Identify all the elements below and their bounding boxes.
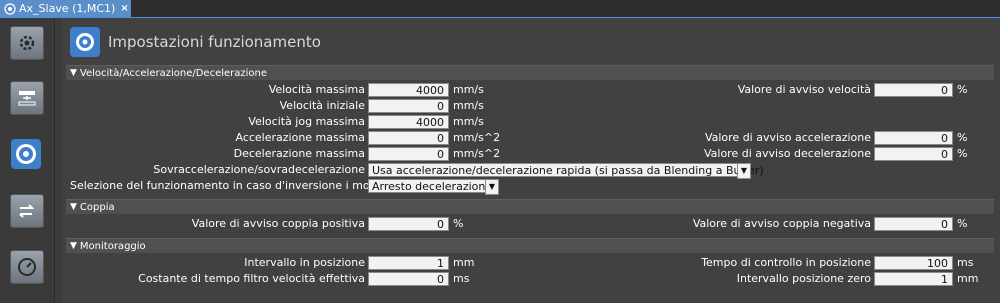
dec-warn-field[interactable]: 0	[874, 147, 953, 161]
close-icon[interactable]: ×	[120, 3, 128, 14]
in-position-label: Intervallo in posizione	[244, 256, 365, 269]
neg-torque-warn-label: Valore di avviso coppia negativa	[692, 217, 871, 230]
dec-warn-label: Valore di avviso decelerazione	[703, 147, 871, 160]
section-title: Coppia	[79, 201, 115, 213]
zero-range-label: Intervallo posizione zero	[736, 272, 871, 285]
jog-max-unit: mm/s	[453, 115, 484, 128]
acc-warn-label: Valore di avviso accelerazione	[704, 131, 871, 144]
section-title: Velocità/Accelerazione/Decelerazione	[79, 67, 268, 79]
operation-settings-icon	[11, 139, 41, 169]
max-dec-unit: mm/s^2	[453, 147, 501, 160]
check-time-field[interactable]: 100	[874, 256, 953, 270]
max-dec-field[interactable]: 0	[368, 147, 449, 161]
in-position-unit: mm	[453, 256, 475, 269]
max-acc-unit: mm/s^2	[453, 131, 501, 144]
start-speed-unit: mm/s	[453, 99, 484, 112]
filter-unit: ms	[453, 272, 470, 285]
reversal-value: Arresto decelerazione	[372, 180, 493, 193]
tab-label: Ax_Slave (1,MC1)	[19, 2, 116, 15]
filter-field[interactable]: 0	[368, 272, 449, 286]
section-torque[interactable]: ▼ Coppia	[66, 199, 994, 214]
tab-bar: Ax_Slave (1,MC1) ×	[0, 0, 1000, 18]
check-time-label: Tempo di controllo in posizione	[701, 256, 871, 269]
overshoot-select[interactable]: Usa accelerazione/decelerazione rapida (…	[368, 163, 764, 179]
chevron-down-icon[interactable]: ▼	[485, 179, 499, 195]
speed-warn-field[interactable]: 0	[874, 83, 953, 97]
acc-warn-unit: %	[957, 131, 968, 144]
max-speed-field[interactable]: 4000	[368, 83, 449, 97]
page-title: Impostazioni funzionamento	[108, 33, 321, 51]
unit-conversion-icon	[18, 91, 36, 106]
start-speed-field[interactable]: 0	[368, 99, 449, 113]
collapse-arrow-icon[interactable]: ▼	[70, 202, 77, 212]
jog-max-label: Velocità jog massima	[248, 115, 365, 128]
unit-conversion-button[interactable]	[10, 81, 44, 115]
collapse-arrow-icon[interactable]: ▼	[70, 241, 77, 251]
jog-max-field[interactable]: 4000	[368, 115, 449, 129]
operation-settings-panel: Impostazioni funzionamento ▼ Velocità/Ac…	[62, 18, 1000, 303]
in-position-field[interactable]: 1	[368, 256, 449, 270]
neg-torque-warn-field[interactable]: 0	[874, 217, 953, 231]
pos-torque-warn-unit: %	[453, 217, 464, 230]
panel-header: Impostazioni funzionamento	[70, 26, 321, 58]
reversal-select[interactable]: Arresto decelerazione ▼	[368, 179, 499, 195]
section-velocity[interactable]: ▼ Velocità/Accelerazione/Decelerazione	[66, 65, 994, 80]
max-speed-unit: mm/s	[453, 83, 484, 96]
speed-warn-label: Valore di avviso velocità	[737, 83, 871, 96]
check-time-unit: ms	[957, 256, 974, 269]
overshoot-label: Sovraccelerazione/sovradecelerazione	[153, 163, 365, 176]
collapse-arrow-icon[interactable]: ▼	[70, 68, 77, 78]
max-acc-label: Accelerazione massima	[235, 131, 365, 144]
operation-settings-button[interactable]	[10, 138, 42, 170]
settings-gear-icon	[19, 35, 35, 51]
zero-range-field[interactable]: 1	[874, 272, 953, 286]
speed-warn-unit: %	[957, 83, 968, 96]
reversal-label: Selezione del funzionamento in caso d'in…	[70, 179, 381, 192]
pos-torque-warn-label: Valore di avviso coppia positiva	[191, 217, 365, 230]
operation-settings-icon	[70, 27, 100, 57]
neg-torque-warn-unit: %	[957, 217, 968, 230]
max-dec-label: Decelerazione massima	[233, 147, 365, 160]
overshoot-value: Usa accelerazione/decelerazione rapida (…	[372, 164, 764, 177]
max-speed-label: Velocità massima	[268, 83, 365, 96]
zero-range-unit: mm	[957, 272, 979, 285]
filter-label: Costante di tempo filtro velocità effett…	[138, 272, 365, 285]
pos-torque-warn-field[interactable]: 0	[368, 217, 449, 231]
axis-icon	[4, 2, 16, 15]
acc-warn-field[interactable]: 0	[874, 131, 953, 145]
chevron-down-icon[interactable]: ▼	[737, 163, 751, 179]
left-toolbar	[0, 18, 55, 303]
monitor-button[interactable]	[10, 250, 44, 284]
start-speed-label: Velocità iniziale	[279, 99, 365, 112]
transfer-button[interactable]	[10, 194, 44, 228]
dec-warn-unit: %	[957, 147, 968, 160]
max-acc-field[interactable]: 0	[368, 131, 449, 145]
tab-ax-slave[interactable]: Ax_Slave (1,MC1) ×	[0, 0, 131, 17]
axis-basic-settings-button[interactable]	[10, 26, 44, 60]
section-monitoring[interactable]: ▼ Monitoraggio	[66, 238, 994, 253]
section-title: Monitoraggio	[79, 240, 146, 252]
transfer-arrows-icon	[19, 204, 35, 218]
gauge-icon	[18, 258, 36, 276]
